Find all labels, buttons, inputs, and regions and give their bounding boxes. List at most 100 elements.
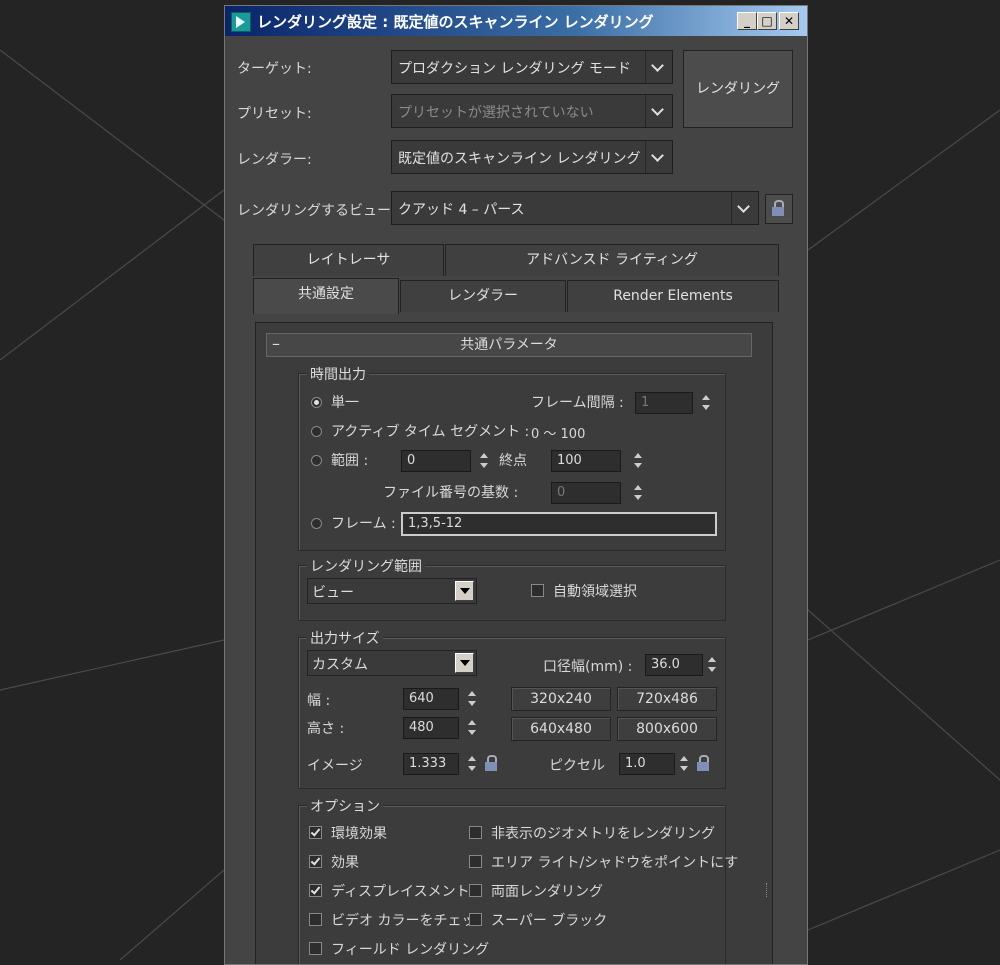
- radio-active-segment[interactable]: [311, 426, 322, 437]
- view-dropdown[interactable]: クアッド 4 – パース: [391, 191, 759, 225]
- effects-checkbox[interactable]: [309, 855, 322, 868]
- maximize-button[interactable]: □: [757, 12, 777, 30]
- preset-800x600-button[interactable]: 800x600: [617, 717, 717, 741]
- displacement-label: ディスプレイスメント: [331, 884, 470, 900]
- tab-raytracer[interactable]: レイトレーサ: [253, 244, 444, 276]
- width-label: 幅 :: [307, 693, 331, 709]
- auto-region-checkbox[interactable]: [531, 584, 544, 597]
- video-color-check-label: ビデオ カラーをチェッ: [331, 913, 476, 929]
- width-field[interactable]: 640: [403, 688, 459, 710]
- range-end-field[interactable]: 100: [551, 450, 621, 472]
- aperture-field[interactable]: 36.0: [645, 654, 703, 676]
- radio-range[interactable]: [311, 455, 322, 466]
- range-start-spinner[interactable]: [479, 450, 490, 472]
- radio-frames[interactable]: [311, 518, 322, 529]
- title-bar[interactable]: レンダリング設定 : 既定値のスキャンライン レンダリング _ □ ✕: [225, 6, 807, 36]
- output-size-group: 出力サイズ カスタム 口径幅(mm) : 36.0 幅 : 640 320x24…: [298, 628, 726, 789]
- area-lights-checkbox[interactable]: [469, 855, 482, 868]
- view-label: レンダリングするビュー:: [237, 203, 396, 219]
- group-title: レンダリング範囲: [307, 556, 425, 576]
- target-dropdown[interactable]: プロダクション レンダリング モード: [391, 50, 673, 84]
- close-button[interactable]: ✕: [779, 12, 799, 30]
- environment-checkbox[interactable]: [309, 826, 322, 839]
- pixel-aspect-label: ピクセル: [549, 758, 605, 774]
- preset-dropdown[interactable]: プリセットが選択されていない: [391, 94, 673, 128]
- collapse-icon: –: [272, 334, 280, 353]
- file-number-base-label: ファイル番号の基数 :: [383, 485, 519, 501]
- group-title: 時間出力: [307, 364, 369, 384]
- frame-interval-field[interactable]: 1: [635, 392, 693, 414]
- lock-icon: [770, 199, 788, 219]
- file-number-base-spinner[interactable]: [633, 482, 644, 504]
- render-area-group: レンダリング範囲 ビュー 自動領域選択: [298, 556, 726, 621]
- output-size-dropdown[interactable]: カスタム: [307, 650, 477, 676]
- chevron-down-icon: [645, 95, 672, 127]
- displacement-checkbox[interactable]: [309, 884, 322, 897]
- field-render-checkbox[interactable]: [309, 942, 322, 955]
- pixel-aspect-field[interactable]: 1.0: [619, 753, 675, 775]
- preset-320x240-button[interactable]: 320x240: [511, 687, 611, 711]
- video-color-check-checkbox[interactable]: [309, 913, 322, 926]
- height-field[interactable]: 480: [403, 717, 459, 739]
- environment-label: 環境効果: [331, 826, 387, 842]
- app-icon: [231, 12, 251, 32]
- file-number-base-field[interactable]: 0: [551, 482, 621, 504]
- renderer-dropdown[interactable]: 既定値のスキャンライン レンダリング: [391, 140, 673, 174]
- aperture-label: 口径幅(mm) :: [543, 659, 633, 675]
- pixel-aspect-spinner[interactable]: [679, 753, 690, 775]
- super-black-label: スーパー ブラック: [491, 913, 608, 929]
- group-title: オプション: [307, 796, 383, 816]
- effects-label: 効果: [331, 855, 359, 871]
- area-lights-label: エリア ライト/シャドウをポイントにす: [491, 855, 739, 871]
- view-lock-button[interactable]: [765, 194, 793, 224]
- frames-label: フレーム :: [331, 516, 396, 532]
- tab-renderer[interactable]: レンダラー: [400, 280, 566, 312]
- auto-region-label: 自動領域選択: [553, 584, 637, 600]
- rollout-header[interactable]: – 共通パラメータ: [266, 333, 752, 357]
- tab-common[interactable]: 共通設定: [253, 278, 399, 314]
- dropdown-arrow-icon: [455, 581, 474, 601]
- output-size-value: カスタム: [312, 657, 368, 673]
- range-label: 範囲 :: [331, 453, 369, 469]
- scroll-grip[interactable]: [766, 883, 769, 897]
- render-setup-window: レンダリング設定 : 既定値のスキャンライン レンダリング _ □ ✕ ターゲッ…: [224, 5, 808, 965]
- chevron-down-icon: [645, 51, 672, 83]
- preset-640x480-button[interactable]: 640x480: [511, 717, 611, 741]
- height-spinner[interactable]: [467, 717, 478, 739]
- image-aspect-label: イメージ: [307, 758, 363, 774]
- range-end-spinner[interactable]: [633, 450, 644, 472]
- radio-single[interactable]: [311, 397, 322, 408]
- dropdown-arrow-icon: [455, 653, 474, 673]
- field-render-label: フィールド レンダリング: [331, 942, 490, 958]
- renderer-value: 既定値のスキャンライン レンダリング: [398, 151, 641, 167]
- aperture-spinner[interactable]: [707, 654, 718, 676]
- lock-icon[interactable]: [695, 754, 713, 774]
- double-sided-label: 両面レンダリング: [491, 884, 603, 900]
- image-aspect-spinner[interactable]: [467, 753, 478, 775]
- width-spinner[interactable]: [467, 688, 478, 710]
- preset-720x486-button[interactable]: 720x486: [617, 687, 717, 711]
- minimize-button[interactable]: _: [737, 12, 757, 30]
- lock-icon[interactable]: [483, 754, 501, 774]
- options-group: オプション 環境効果 非表示のジオメトリをレンダリング 効果 エリア ライト/シ…: [298, 796, 738, 964]
- common-parameters-panel: – 共通パラメータ 時間出力 単一 フレーム間隔 : 1 アクティブ タイム セ…: [255, 322, 773, 964]
- render-button[interactable]: レンダリング: [683, 50, 793, 128]
- render-area-dropdown[interactable]: ビュー: [307, 578, 477, 604]
- image-aspect-field[interactable]: 1.333: [403, 753, 459, 775]
- frames-field[interactable]: 1,3,5-12: [401, 512, 717, 536]
- target-label: ターゲット:: [237, 61, 312, 77]
- range-start-field[interactable]: 0: [401, 450, 471, 472]
- render-area-value: ビュー: [312, 585, 354, 601]
- tab-render-elements[interactable]: Render Elements: [567, 280, 779, 312]
- frame-interval-spinner[interactable]: [701, 392, 712, 414]
- hidden-geometry-checkbox[interactable]: [469, 826, 482, 839]
- double-sided-checkbox[interactable]: [469, 884, 482, 897]
- super-black-checkbox[interactable]: [469, 913, 482, 926]
- renderer-label: レンダラー:: [237, 152, 312, 168]
- window-title: レンダリング設定 : 既定値のスキャンライン レンダリング: [257, 13, 654, 31]
- group-title: 出力サイズ: [307, 628, 383, 648]
- target-value: プロダクション レンダリング モード: [398, 61, 631, 77]
- chevron-down-icon: [731, 192, 758, 224]
- tab-advanced-lighting[interactable]: アドバンスド ライティング: [445, 244, 779, 276]
- preset-value: プリセットが選択されていない: [398, 105, 594, 121]
